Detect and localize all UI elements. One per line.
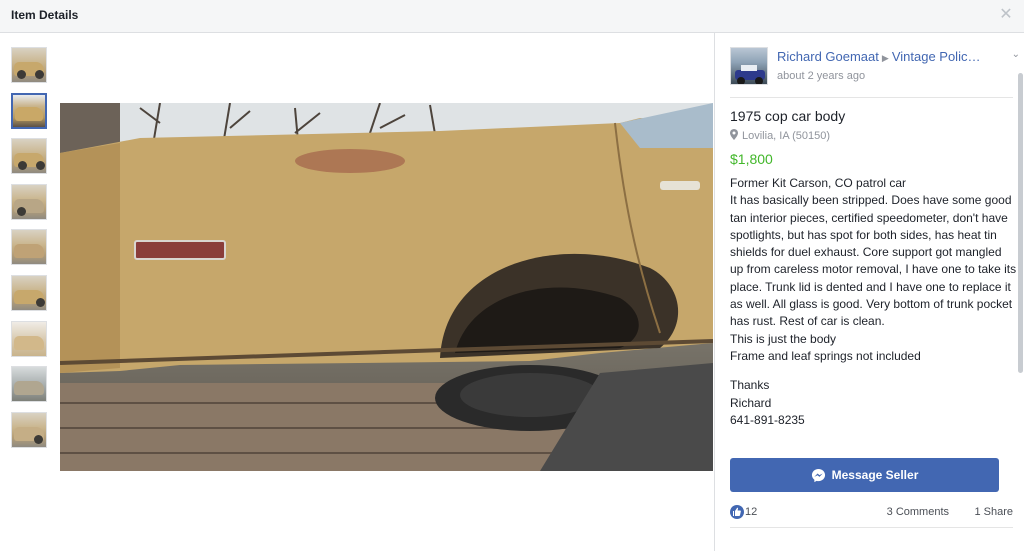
dialog-title: Item Details [11, 8, 79, 22]
signoff-line: Thanks [730, 378, 770, 393]
like-count[interactable]: 12 [745, 506, 757, 518]
shares-link[interactable]: 1 Share [974, 506, 1013, 518]
signoff-phone: 641-891-8235 [730, 412, 805, 427]
seller-header: Richard Goemaat ▶ Vintage Polic… about 2 y… [730, 47, 1020, 95]
engagement-bar: 12 3 Comments 1 Share [730, 505, 1013, 523]
arrow-right-icon: ▶ [881, 53, 889, 63]
thumbnail-strip [11, 47, 49, 457]
thumbnail[interactable] [11, 183, 47, 220]
description-line: Former Kit Carson, CO patrol car [730, 176, 907, 190]
location-text: Lovilia, IA (50150) [742, 130, 831, 142]
seller-avatar[interactable] [730, 47, 768, 85]
thumbnail[interactable] [11, 138, 47, 175]
description-line: Frame and leaf springs not included [730, 348, 921, 363]
message-seller-button[interactable]: Message Seller [730, 458, 999, 492]
group-name-link[interactable]: Vintage Polic… [892, 49, 981, 64]
sidebar-scrollbar[interactable] [1018, 73, 1023, 373]
seller-name-link[interactable]: Richard Goemaat [777, 49, 879, 64]
divider [730, 97, 1013, 98]
comments-link[interactable]: 3 Comments [887, 506, 949, 518]
thumbnail-active[interactable] [11, 92, 47, 129]
thumbnail[interactable] [11, 411, 47, 448]
item-description: Former Kit Carson, CO patrol car It has … [730, 175, 1018, 429]
description-line: This is just the body [730, 331, 837, 346]
item-price: $1,800 [730, 151, 773, 167]
signoff-line: Richard [730, 395, 772, 410]
message-seller-label: Message Seller [831, 468, 919, 482]
location-pin-icon [730, 129, 738, 140]
thumbnail[interactable] [11, 320, 47, 357]
thumbnail[interactable] [11, 366, 47, 403]
item-title: 1975 cop car body [730, 108, 846, 124]
divider [730, 527, 1013, 528]
chevron-down-icon[interactable]: ⌄ [1012, 49, 1020, 60]
dialog-header: Item Details ✕ [0, 0, 1024, 33]
thumbnail[interactable] [11, 274, 47, 311]
messenger-icon [811, 468, 825, 482]
post-time[interactable]: about 2 years ago [777, 70, 865, 82]
item-location: Lovilia, IA (50150) [730, 129, 830, 142]
main-photo [60, 103, 713, 471]
thumbnail[interactable] [11, 47, 47, 83]
like-icon[interactable] [730, 505, 744, 519]
description-line: It has basically been stripped. Does hav… [730, 193, 1017, 329]
details-sidebar: Richard Goemaat ▶ Vintage Polic… about 2 y… [714, 33, 1024, 551]
thumbnail[interactable] [11, 229, 47, 266]
seller-line: Richard Goemaat ▶ Vintage Polic… [777, 49, 980, 64]
close-icon[interactable]: ✕ [998, 7, 1014, 23]
